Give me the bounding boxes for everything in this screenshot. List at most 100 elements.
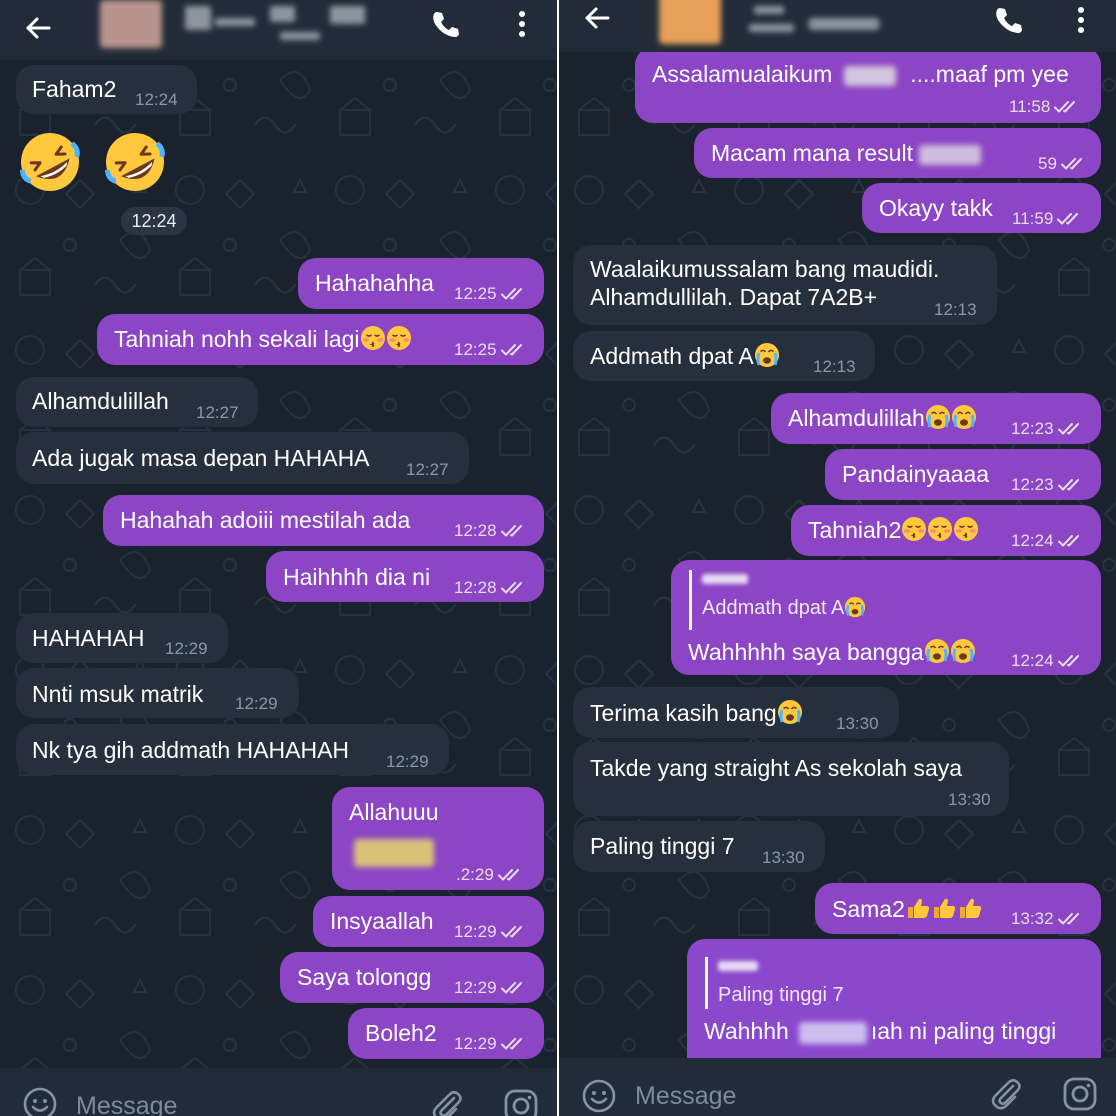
attach-button[interactable] — [427, 1086, 467, 1116]
message-outgoing[interactable]: Okayy takk 11:59 — [862, 183, 1101, 233]
contact-name-redacted[interactable] — [185, 6, 365, 44]
message-outgoing[interactable]: Haihhhh dia ni 12:28 — [266, 551, 544, 602]
message-incoming[interactable]: Alhamdulillah 12:27 — [16, 377, 258, 427]
avatar[interactable] — [100, 0, 162, 48]
message-text-content: Terima kasih bang — [590, 700, 777, 726]
crying-emoji-icon — [777, 699, 803, 725]
message-meta: 12:28 — [454, 574, 527, 602]
double-check-icon — [501, 287, 527, 301]
message-incoming[interactable]: HAHAHAH 12:29 — [16, 613, 228, 663]
message-incoming[interactable]: Terima kasih bang 13:30 — [573, 687, 899, 738]
message-incoming[interactable]: Faham2 12:24 — [16, 65, 197, 114]
message-outgoing[interactable]: Hahahahha 12:25 — [298, 258, 544, 309]
message-text: Boleh2 — [365, 1020, 437, 1046]
message-incoming[interactable]: Addmath dpat A 12:13 — [573, 331, 875, 381]
redacted-text — [918, 144, 981, 165]
message-incoming[interactable]: Paling tinggi 7 13:30 — [573, 821, 825, 872]
avatar[interactable] — [659, 0, 721, 44]
more-options-button[interactable] — [507, 4, 537, 44]
message-outgoing[interactable]: Alhamdulillah 12:23 — [771, 393, 1101, 444]
message-incoming[interactable]: Nnti msuk matrik 12:29 — [16, 668, 299, 718]
message-outgoing-with-media[interactable]: Allahuuu .2:29 — [332, 787, 544, 890]
camera-button[interactable] — [1060, 1074, 1100, 1114]
message-outgoing[interactable]: Tahniah2 12:24 — [791, 505, 1101, 556]
back-button[interactable] — [18, 8, 58, 48]
message-text-part: Assalamualaikum — [652, 61, 833, 87]
message-outgoing[interactable]: Assalamualaikum ....maaf pm yee 11:58 — [635, 47, 1101, 123]
reply-text: Paling tinggi 7 — [718, 984, 844, 1006]
message-time: 12:24 — [135, 90, 178, 109]
message-text: Nnti msuk matrik — [32, 681, 204, 707]
message-outgoing[interactable]: Sama2 13:32 — [815, 883, 1101, 934]
message-time: 12:25 — [454, 340, 497, 359]
call-button[interactable] — [988, 0, 1028, 40]
message-input[interactable]: Message — [635, 1082, 736, 1111]
message-time: 12:29 — [454, 1034, 497, 1053]
kissing-blushing-emoji-icon — [360, 325, 386, 351]
call-button[interactable] — [425, 4, 465, 44]
back-button[interactable] — [577, 0, 617, 38]
contact-name-redacted[interactable] — [744, 2, 924, 40]
reply-author-redacted — [702, 574, 748, 584]
emoji-button[interactable] — [20, 1084, 60, 1116]
message-time: 13:30 — [836, 714, 879, 733]
rolling-laughing-emoji-icon — [18, 130, 82, 194]
message-text-content: Macam mana result — [711, 140, 913, 166]
message-incoming[interactable]: Waalaikumussalam bang maudidi. Alhamdull… — [573, 245, 997, 325]
message-incoming[interactable]: Nk tya gih addmath HAHAHAH 12:29 — [16, 724, 449, 775]
message-time: 59 — [1038, 154, 1057, 173]
rolling-laughing-emoji-icon — [103, 130, 167, 194]
more-vertical-icon — [1078, 7, 1084, 33]
message-composer: Message — [0, 1068, 557, 1116]
message-outgoing[interactable]: Boleh2 12:29 — [348, 1008, 544, 1059]
double-check-icon — [1058, 912, 1084, 926]
crying-emoji-icon — [951, 404, 977, 430]
message-text-content: Wahhhhh saya bangga — [688, 639, 924, 665]
message-outgoing[interactable]: Tahniah nohh sekali lagi 12:25 — [97, 314, 544, 365]
message-time: 12:27 — [196, 403, 239, 422]
message-outgoing[interactable]: Insyaallah 12:29 — [313, 896, 544, 947]
thumbs-up-emoji-icon — [905, 895, 931, 921]
message-meta: 12:29 — [454, 918, 527, 946]
redacted-text — [798, 1021, 867, 1044]
double-check-icon — [501, 1037, 527, 1051]
message-text-content: Alhamdulillah — [788, 405, 925, 431]
message-meta: 12:29 — [454, 1030, 527, 1058]
message-meta: 11:59 — [1012, 205, 1083, 233]
emoji-button[interactable] — [579, 1076, 619, 1116]
phone-icon — [996, 8, 1022, 33]
message-text: Hahahahha — [315, 270, 434, 296]
double-check-icon — [1058, 478, 1084, 492]
message-input[interactable]: Message — [76, 1092, 177, 1116]
message-text-content: Tahniah2 — [808, 517, 902, 543]
reply-quote[interactable]: Paling tinggi 7 — [705, 957, 844, 1009]
message-outgoing-reply[interactable]: Addmath dpat A Wahhhhh saya bangga 12:24 — [671, 560, 1101, 675]
chat-header — [559, 0, 1116, 52]
message-incoming[interactable]: Takde yang straight As sekolah saya 13:3… — [573, 742, 1009, 816]
crying-emoji-icon — [925, 404, 951, 430]
message-text-content: Sama2 — [832, 896, 905, 922]
message-text: HAHAHAH — [32, 625, 145, 651]
chat-header — [0, 0, 557, 60]
message-meta: 12:28 — [454, 517, 527, 545]
kissing-blushing-emoji-icon — [901, 516, 927, 542]
message-outgoing[interactable]: Hahahah adoiii mestilah ada 12:28 — [103, 495, 544, 546]
message-outgoing[interactable]: Macam mana result 59 — [694, 128, 1101, 178]
message-incoming[interactable]: Ada jugak masa depan HAHAHA 12:27 — [16, 432, 469, 484]
message-text-part: ....maaf pm yee — [910, 61, 1069, 87]
message-time: 12:28 — [454, 521, 497, 540]
camera-button[interactable] — [501, 1086, 541, 1116]
message-outgoing[interactable]: Pandainyaaaa 12:23 — [825, 449, 1101, 500]
smile-icon — [582, 1079, 616, 1113]
thumbs-up-emoji-icon — [957, 895, 983, 921]
more-options-button[interactable] — [1066, 0, 1096, 40]
message-text-line1: Waalaikumussalam bang maudidi. — [590, 256, 940, 282]
message-meta: 12:24 — [1011, 527, 1084, 555]
paperclip-icon — [432, 1090, 462, 1116]
message-outgoing[interactable]: Saya tolongg 12:29 — [280, 952, 544, 1003]
message-text: Assalamualaikum ....maaf pm yee — [652, 60, 1069, 88]
message-meta: 12:23 — [1011, 471, 1084, 499]
attach-button[interactable] — [986, 1074, 1026, 1114]
reply-quote[interactable]: Addmath dpat A — [689, 570, 866, 630]
message-text: Tahniah2 — [808, 516, 979, 544]
